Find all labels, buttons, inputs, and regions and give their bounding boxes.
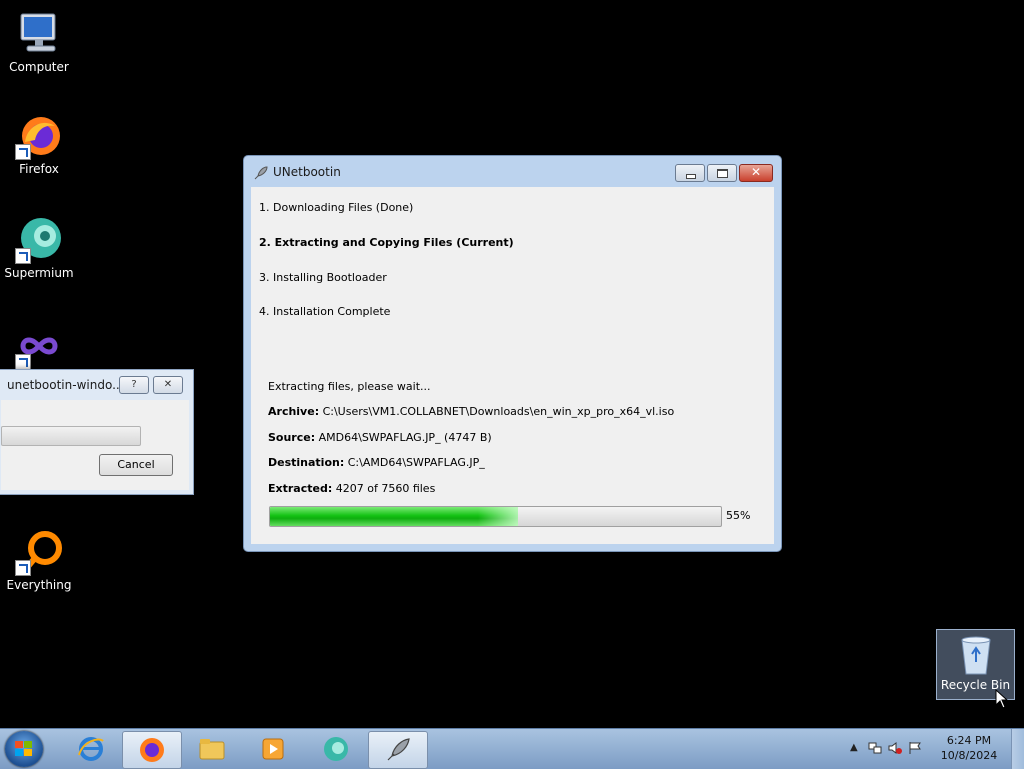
supermium-icon [322,735,350,763]
close-button[interactable]: ✕ [739,164,773,182]
desktop-icon-visual-studio[interactable] [1,322,77,372]
system-tray: ▲ 6:24 PM 10/8/2024 [844,729,1024,769]
status-text: Extracting files, please wait... [268,380,431,393]
infinity-app-icon [15,322,63,370]
desktop-icon-label: Everything [6,578,72,592]
taskbar-firefox[interactable] [122,731,182,769]
archive-line: Archive: C:\Users\VM1.COLLABNET\Download… [268,405,674,418]
show-desktop-button[interactable] [1011,729,1024,769]
dialog-client-area: Cancel [1,400,189,490]
unetbootin-window[interactable]: UNetbootin ✕ 1. Downloading Files (Done)… [243,155,782,552]
desktop-icon-label: Firefox [19,162,59,176]
desktop-icon-supermium[interactable]: Supermium [1,216,77,280]
shortcut-arrow-icon [15,248,31,264]
help-button[interactable]: ? [119,376,149,394]
source-label: Source: [268,431,316,444]
shortcut-arrow-icon [15,144,31,160]
maximize-button[interactable] [707,164,737,182]
taskbar-internet-explorer[interactable] [62,731,120,767]
clock[interactable]: 6:24 PM 10/8/2024 [934,733,1004,763]
rocket-icon [253,165,269,181]
desktop-icon-label: Supermium [4,266,74,280]
action-center-flag-icon[interactable] [908,741,922,755]
extracted-label: Extracted: [268,482,333,495]
extracted-line: Extracted: 4207 of 7560 files [268,482,435,495]
shortcut-arrow-icon [15,560,31,576]
rocket-icon [384,736,412,764]
window-client-area: 1. Downloading Files (Done) 2. Extractin… [251,187,774,544]
desktop-icon-everything[interactable]: Everything [1,528,77,592]
everything-icon [15,528,63,576]
step-installing-bootloader: 3. Installing Bootloader [259,271,387,284]
clock-date: 10/8/2024 [940,749,998,762]
step-extracting: 2. Extracting and Copying Files (Current… [259,236,514,249]
taskbar-file-explorer[interactable] [183,731,241,767]
title-bar[interactable]: UNetbootin ✕ [244,156,781,188]
firefox-icon [138,736,166,764]
show-hidden-icons-icon[interactable]: ▲ [850,741,864,755]
shortcut-arrow-icon [15,354,31,370]
close-button[interactable]: ✕ [153,376,183,394]
taskbar: ▲ 6:24 PM 10/8/2024 [0,728,1024,769]
progress-percent: 55% [726,509,751,522]
taskbar-unetbootin[interactable] [368,731,428,769]
source-value: AMD64\SWPAFLAG.JP_ (4747 B) [318,431,492,444]
extracted-value: 4207 of 7560 files [335,482,436,495]
progress-fill [270,507,519,526]
firefox-icon [15,112,63,160]
start-button[interactable] [5,731,43,767]
destination-value: C:\AMD64\SWPAFLAG.JP_ [347,456,485,469]
dialog-title: unetbootin-windo... [7,378,124,392]
window-title: UNetbootin [273,165,341,179]
step-downloading: 1. Downloading Files (Done) [259,201,414,214]
minimize-button[interactable] [675,164,705,182]
folder-icon [198,735,226,763]
desktop-icon-firefox[interactable]: Firefox [1,112,77,176]
computer-icon [15,10,63,58]
extraction-progress-bar [269,506,722,527]
cancel-button[interactable]: Cancel [99,454,173,476]
archive-label: Archive: [268,405,320,418]
desktop-icon-label: Computer [9,60,69,74]
recycle-bin-icon [958,634,994,676]
taskbar-media-player[interactable] [244,731,302,767]
step-installation-complete: 4. Installation Complete [259,305,391,318]
supermium-icon [15,216,63,264]
desktop-icon-computer[interactable]: Computer [1,10,77,74]
archive-value: C:\Users\VM1.COLLABNET\Downloads\en_win_… [322,405,675,418]
destination-label: Destination: [268,456,345,469]
windows-logo-icon [15,741,33,757]
clock-time: 6:24 PM [946,734,992,747]
internet-explorer-icon [77,735,105,763]
destination-line: Destination: C:\AMD64\SWPAFLAG.JP_ [268,456,485,469]
taskbar-supermium[interactable] [307,731,365,767]
unetbootin-progress-dialog[interactable]: unetbootin-windo... ? ✕ Cancel [0,369,194,495]
dialog-progress-bar [1,426,141,446]
network-icon[interactable] [868,741,882,755]
volume-muted-icon[interactable] [888,741,902,755]
media-player-icon [259,735,287,763]
source-line: Source: AMD64\SWPAFLAG.JP_ (4747 B) [268,431,492,444]
mouse-cursor-icon [995,689,1009,709]
